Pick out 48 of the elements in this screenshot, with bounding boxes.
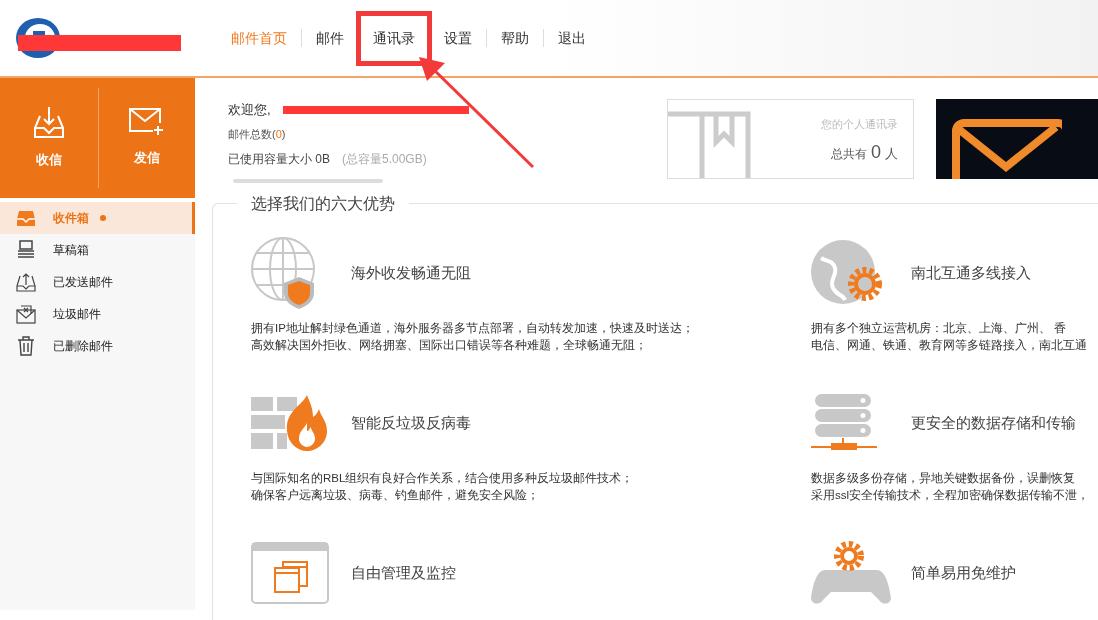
- inbox-tray-icon: [16, 208, 36, 228]
- usage-text: 已使用容量大小 0B: [228, 151, 330, 168]
- contacts-count-unit: 人: [885, 144, 898, 163]
- sidebar-item[interactable]: 已发送邮件: [0, 266, 195, 298]
- nav-link[interactable]: 设置: [430, 23, 486, 53]
- feature-title: 简单易用免维护: [911, 562, 1016, 583]
- contacts-count: 0: [871, 140, 881, 164]
- mail-count-text: 邮件总数(0): [228, 126, 287, 142]
- envelope-icon: [952, 119, 1062, 179]
- feature-title: 自由管理及监控: [351, 562, 456, 583]
- sidebar-item[interactable]: 垃圾邮件: [0, 298, 195, 330]
- sidebar-label: 草稿箱: [53, 242, 89, 259]
- feature-title: 智能反垃圾反病毒: [351, 412, 471, 433]
- sidebar-label: 已删除邮件: [53, 338, 113, 355]
- nav-link[interactable]: 退出: [544, 23, 600, 53]
- feature-description: 拥有多个独立运营机房：北京、上海、广州、 香: [811, 321, 1068, 336]
- welcome-text: 欢迎您,: [228, 101, 271, 119]
- feature-title: 海外收发畅通无阻: [351, 262, 471, 283]
- feature-title: 南北互通多线接入: [911, 262, 1031, 283]
- contacts-title: 您的个人通讯录: [821, 117, 898, 132]
- sidebar-label: 已发送邮件: [53, 274, 113, 291]
- firewall-icon: [251, 395, 327, 451]
- feature-description: 拥有IP地址解封绿色通道，海外服务器多节点部署，自动转发加速，快速及时送达；: [251, 321, 695, 336]
- gamepad-gear-icon: [811, 540, 891, 606]
- app-windows-icon: [251, 542, 329, 604]
- trash-icon: [16, 336, 36, 356]
- contacts-count-label: 总共有: [831, 145, 867, 163]
- envelope-plus-icon: [128, 108, 165, 137]
- nav-link[interactable]: 邮件: [302, 23, 358, 53]
- sidebar-item[interactable]: 已删除邮件: [0, 330, 195, 362]
- nav-link[interactable]: 通讯录: [359, 13, 429, 63]
- feature-title: 更安全的数据存储和传输: [911, 412, 1076, 433]
- feature-description: 采用ssl安全传输技术，全程加密确保数据传输不泄，: [811, 488, 1091, 503]
- sidebar-label: 收件箱: [53, 210, 89, 227]
- total-capacity-text: (总容量5.00GB): [342, 151, 427, 168]
- server-icon: [811, 394, 877, 452]
- feature-description: 高效解决国外拒收、网络拥塞、国际出口错误等各种难题，全球畅通无阻；: [251, 338, 648, 353]
- sidebar-label: 垃圾邮件: [53, 306, 101, 323]
- feature-description: 数据多级多份存储，异地关键数据备份，误删恢复: [811, 471, 1076, 486]
- paper-stack-icon: [16, 240, 36, 260]
- sidebar-item[interactable]: 草稿箱: [0, 234, 195, 266]
- envelope-x-icon: [16, 304, 36, 324]
- outbox-tray-icon: [16, 272, 36, 292]
- feature-description: 确保客户远离垃圾、病毒、钓鱼邮件，避免安全风险；: [251, 488, 540, 503]
- inbox-download-icon: [33, 106, 64, 139]
- feature-description: 与国际知名的RBL组织有良好合作关系，结合使用多种反垃圾邮件技术；: [251, 471, 635, 486]
- nav-link[interactable]: 帮助: [487, 23, 543, 53]
- feature-description: 电信、网通、铁通、教育网等多链路接入，南北互通: [811, 337, 1088, 353]
